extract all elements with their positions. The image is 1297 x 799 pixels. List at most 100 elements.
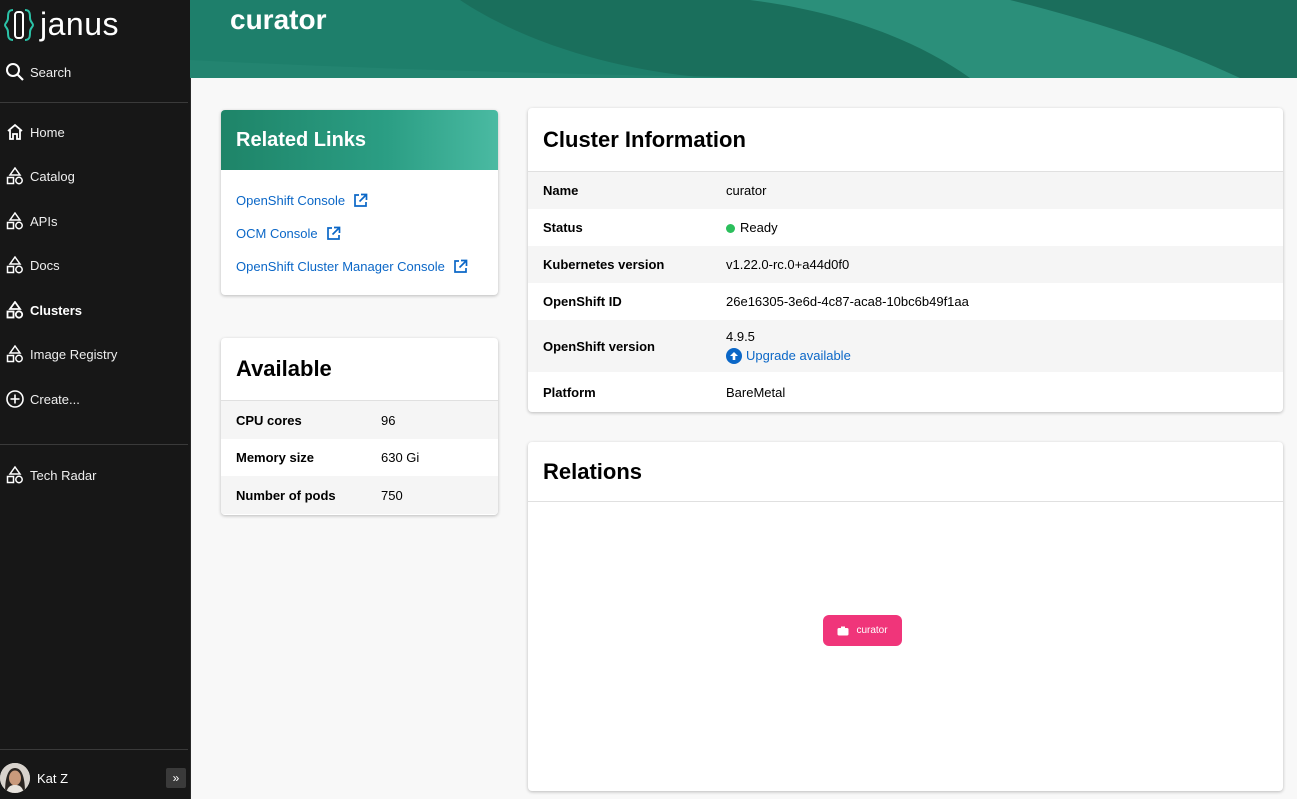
brand-name: janus	[40, 6, 119, 42]
sidebar-search-label: Search	[30, 64, 72, 80]
status-badge: Ready	[740, 220, 778, 235]
cluster-manager-console-link[interactable]: OpenShift Cluster Manager Console	[236, 259, 468, 274]
sidebar-item-image-registry[interactable]: Image Registry	[0, 339, 190, 369]
row-value: BareMetal	[726, 384, 786, 400]
row-label: OpenShift version	[543, 338, 655, 354]
table-row: Platform BareMetal	[528, 372, 1283, 412]
row-value: 630 Gi	[381, 450, 420, 465]
upgrade-label: Upgrade available	[746, 348, 851, 363]
version-cell: 4.9.5 Upgrade available	[711, 320, 1283, 372]
sidebar-divider	[0, 749, 188, 750]
add-circle-icon	[4, 388, 26, 410]
sidebar-item-clusters[interactable]: Clusters	[0, 295, 190, 325]
relations-header: Relations	[528, 442, 1283, 502]
related-links-title: Related Links	[236, 128, 367, 151]
sidebar-item-label: Create...	[30, 391, 80, 407]
sidebar-item-label: Tech Radar	[30, 467, 97, 483]
table-row: Kubernetes version v1.22.0-rc.0+a44d0f0	[528, 246, 1283, 283]
sidebar-item-apis[interactable]: APIs	[0, 206, 190, 236]
sidebar-search[interactable]: Search	[0, 57, 190, 87]
related-links-card: Related Links OpenShift Console OCM Cons…	[221, 110, 498, 295]
sidebar-item-catalog[interactable]: Catalog	[0, 161, 190, 191]
shapes-icon	[4, 299, 26, 321]
sidebar-item-create[interactable]: Create...	[0, 384, 190, 414]
row-value: v1.22.0-rc.0+a44d0f0	[726, 257, 850, 272]
row-label: Memory size	[236, 450, 315, 465]
available-header: Available	[221, 338, 498, 401]
shapes-icon	[4, 464, 26, 486]
row-label: Kubernetes version	[543, 257, 665, 272]
janus-logo-icon	[4, 8, 34, 41]
available-card: Available CPU cores 96 Memory size 630 G…	[221, 338, 498, 515]
row-value: 96	[381, 412, 396, 428]
sidebar-item-label: Image Registry	[30, 346, 118, 362]
row-value: 4.9.5	[726, 328, 755, 344]
sidebar-item-label: APIs	[30, 213, 58, 229]
link-label: OpenShift Cluster Manager Console	[236, 259, 445, 274]
ocm-console-link[interactable]: OCM Console	[236, 226, 341, 241]
row-label: CPU cores	[236, 412, 302, 428]
shapes-icon	[4, 254, 26, 276]
cluster-information-title: Cluster Information	[543, 126, 746, 152]
link-label: OpenShift Console	[236, 193, 346, 208]
link-label: OCM Console	[236, 226, 318, 241]
table-row: Memory size 630 Gi	[221, 439, 498, 476]
related-links-header: Related Links	[221, 110, 498, 170]
user-profile[interactable]: Kat Z »	[0, 758, 190, 798]
available-title: Available	[236, 356, 332, 381]
row-label: OpenShift ID	[543, 294, 622, 309]
status-ready-icon	[726, 224, 735, 234]
relation-node-label: curator	[856, 625, 888, 636]
relation-node-curator[interactable]: curator	[823, 615, 902, 646]
home-icon	[4, 121, 26, 143]
search-icon	[4, 61, 26, 83]
cluster-information-table: Name curator Status Ready Kubernetes ver…	[528, 172, 1283, 412]
sidebar-item-home[interactable]: Home	[0, 117, 190, 147]
upgrade-available-link[interactable]: Upgrade available	[726, 347, 1268, 364]
available-table: CPU cores 96 Memory size 630 Gi Number o…	[221, 401, 498, 514]
shapes-icon	[4, 165, 26, 187]
arrow-up-circle-icon	[726, 347, 742, 364]
openshift-console-link[interactable]: OpenShift Console	[236, 193, 368, 208]
shapes-icon	[4, 343, 26, 365]
row-value: 26e16305-3e6d-4c87-aca8-10bc6b49f1aa	[726, 294, 969, 309]
row-label: Name	[543, 183, 579, 198]
status-cell: Ready	[711, 209, 1283, 246]
row-value: 750	[381, 487, 403, 503]
header-wave-decoration	[190, 0, 1297, 78]
sidebar-item-tech-radar[interactable]: Tech Radar	[0, 460, 190, 490]
table-row: OpenShift ID 26e16305-3e6d-4c87-aca8-10b…	[528, 283, 1283, 320]
external-link-icon	[354, 193, 368, 207]
user-name: Kat Z	[37, 770, 69, 786]
table-row: CPU cores 96	[221, 401, 498, 439]
row-value: curator	[726, 183, 767, 198]
sidebar-divider	[0, 102, 188, 103]
relations-card: Relations curator	[528, 442, 1283, 791]
avatar	[0, 763, 30, 793]
janus-logo[interactable]: janus	[4, 6, 119, 43]
row-label: Status	[543, 220, 583, 235]
sidebar-item-docs[interactable]: Docs	[0, 250, 190, 280]
relations-title: Relations	[543, 458, 643, 484]
double-chevron-right-icon: »	[172, 771, 180, 785]
sidebar: janus Search Home Catalog APIs Docs Clus…	[0, 0, 191, 799]
sidebar-divider	[0, 444, 188, 445]
shapes-icon	[4, 210, 26, 232]
cluster-node-icon	[837, 626, 849, 635]
cluster-information-card: Cluster Information Name curator Status …	[528, 108, 1283, 412]
table-row: Number of pods 750	[221, 476, 498, 514]
sidebar-item-label: Home	[30, 124, 65, 140]
row-label: Platform	[543, 384, 596, 400]
collapse-sidebar-button[interactable]: »	[166, 768, 186, 788]
external-link-icon	[326, 226, 340, 240]
external-link-icon	[453, 259, 468, 273]
sidebar-item-label: Catalog	[30, 168, 75, 184]
table-row: Name curator	[528, 172, 1283, 209]
page-title: curator	[230, 4, 327, 35]
page-header: curator	[190, 0, 1297, 78]
row-label: Number of pods	[236, 487, 336, 503]
sidebar-item-label: Docs	[30, 257, 60, 273]
table-row: Status Ready	[528, 209, 1283, 246]
cluster-information-header: Cluster Information	[528, 108, 1283, 172]
sidebar-item-label: Clusters	[30, 302, 83, 318]
